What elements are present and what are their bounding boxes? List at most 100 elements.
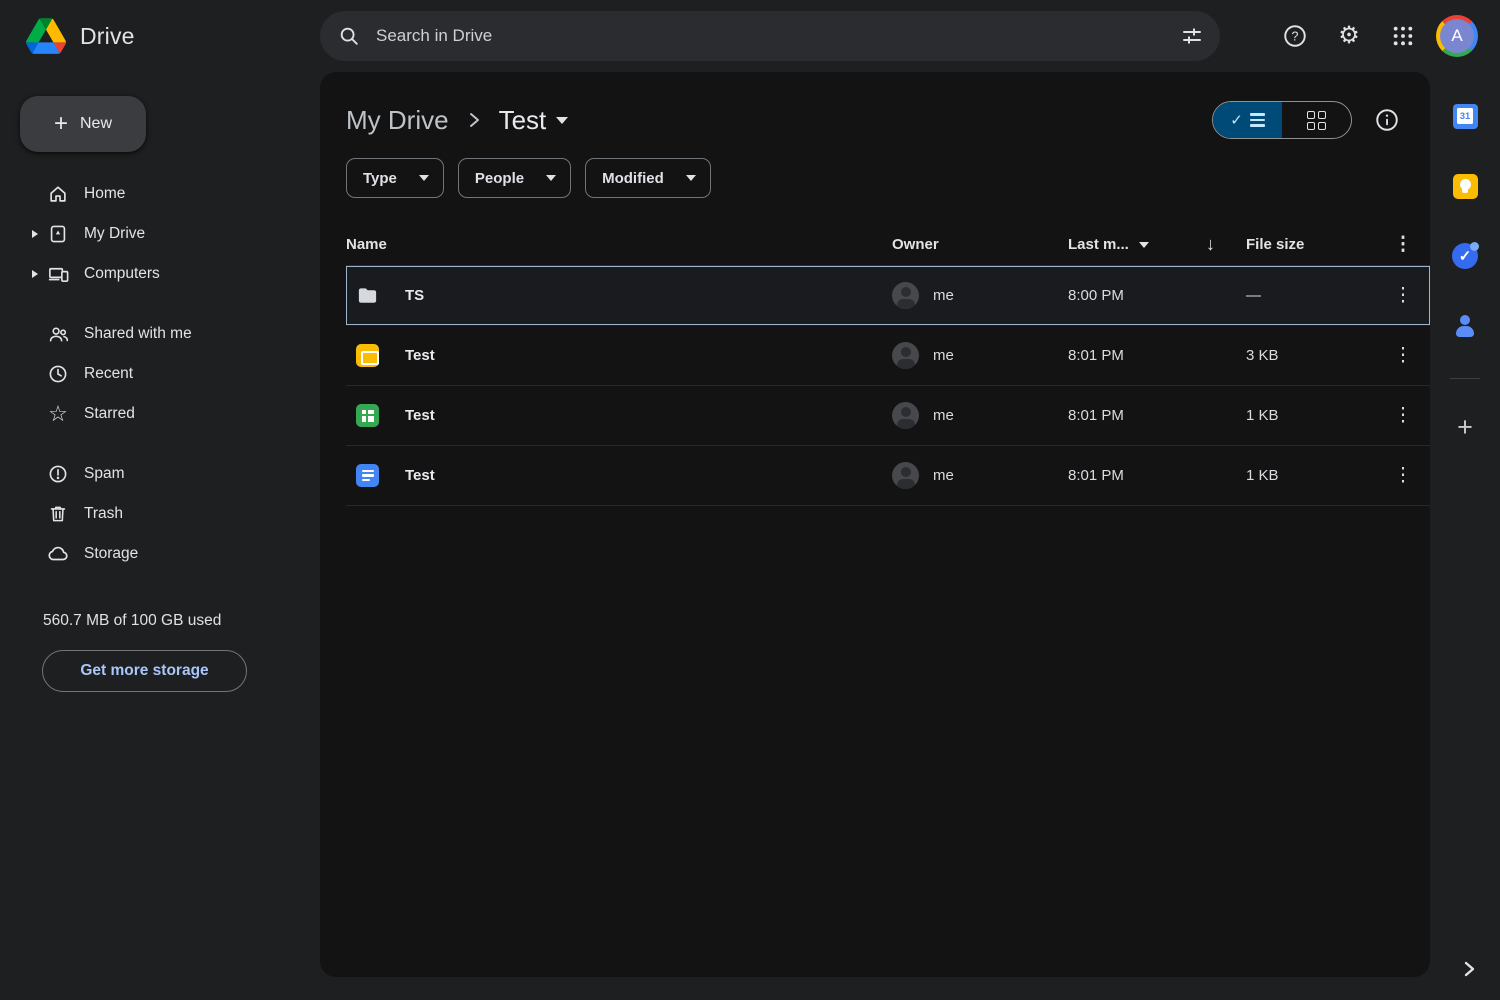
- search-bar[interactable]: [320, 11, 1220, 61]
- main-panel: My Drive Test ✓: [320, 72, 1430, 977]
- header-more-options-button[interactable]: ⋮: [1376, 235, 1430, 254]
- row-more-options-button[interactable]: ⋮: [1376, 406, 1430, 425]
- calendar-icon[interactable]: 31: [1443, 94, 1487, 138]
- row-more-options-button[interactable]: ⋮: [1376, 346, 1430, 365]
- sidebar: + New Home My Drive: [0, 72, 320, 1000]
- file-size: 3 KB: [1246, 347, 1376, 364]
- sidebar-item-spam[interactable]: Spam: [0, 454, 320, 494]
- filter-type-chip[interactable]: Type: [346, 158, 444, 198]
- star-icon: ☆: [46, 402, 70, 426]
- filter-people-chip[interactable]: People: [458, 158, 571, 198]
- filter-modified-chip[interactable]: Modified: [585, 158, 711, 198]
- grid-view-button[interactable]: [1282, 102, 1351, 138]
- sidebar-item-label: Starred: [84, 405, 135, 423]
- column-header-size[interactable]: File size: [1246, 236, 1376, 253]
- sidebar-item-computers[interactable]: Computers: [0, 254, 320, 294]
- sidebar-item-label: Home: [84, 185, 125, 203]
- file-size: —: [1246, 287, 1376, 304]
- view-toggle: ✓: [1212, 101, 1352, 139]
- my-drive-icon: [46, 222, 70, 246]
- svg-text:?: ?: [1292, 30, 1299, 44]
- folder-menu-caret-icon: [556, 117, 568, 124]
- breadcrumb-chevron-icon: [467, 111, 481, 129]
- new-button-label: New: [80, 115, 112, 133]
- vertical-dots-icon: ⋮: [1394, 346, 1413, 365]
- add-apps-button[interactable]: +: [1443, 405, 1487, 449]
- home-icon: [46, 182, 70, 206]
- sheets-file-icon: [356, 404, 379, 427]
- arrow-down-icon: ↓: [1206, 234, 1215, 255]
- sidebar-item-label: Recent: [84, 365, 133, 383]
- column-header-modified[interactable]: Last m...: [1068, 236, 1206, 253]
- file-row-folder-ts[interactable]: TS me 8:00 PM — ⋮: [346, 266, 1430, 326]
- chevron-down-icon: [419, 175, 429, 181]
- grid-view-icon: [1307, 111, 1326, 130]
- breadcrumb: My Drive Test ✓: [320, 72, 1430, 138]
- new-button[interactable]: + New: [20, 96, 146, 152]
- search-options-icon[interactable]: [1180, 24, 1204, 48]
- hide-side-panel-chevron[interactable]: [1462, 960, 1476, 978]
- row-more-options-button[interactable]: ⋮: [1376, 466, 1430, 485]
- breadcrumb-my-drive[interactable]: My Drive: [346, 105, 449, 136]
- owner-avatar: [892, 462, 919, 489]
- keep-icon[interactable]: [1443, 164, 1487, 208]
- drive-logo[interactable]: Drive: [0, 18, 294, 54]
- details-info-button[interactable]: [1370, 103, 1404, 137]
- sidebar-item-trash[interactable]: Trash: [0, 494, 320, 534]
- modified-time: 8:00 PM: [1068, 287, 1206, 304]
- settings-gear-icon[interactable]: ⚙: [1328, 15, 1370, 57]
- sidebar-item-starred[interactable]: ☆ Starred: [0, 394, 320, 434]
- column-header-name[interactable]: Name: [346, 236, 892, 253]
- drive-triangle-icon: [26, 18, 66, 54]
- help-button[interactable]: ?: [1274, 15, 1316, 57]
- plus-icon: +: [54, 112, 68, 136]
- spam-icon: [46, 462, 70, 486]
- avatar-letter: A: [1440, 19, 1474, 53]
- computers-icon: [46, 262, 70, 286]
- rail-divider: [1450, 378, 1480, 379]
- sidebar-item-my-drive[interactable]: My Drive: [0, 214, 320, 254]
- tasks-icon[interactable]: ✓: [1443, 234, 1487, 278]
- file-row-sheets-test[interactable]: Test me 8:01 PM 1 KB ⋮: [346, 386, 1430, 446]
- expand-caret-icon[interactable]: [32, 230, 38, 238]
- file-row-slides-test[interactable]: Test me 8:01 PM 3 KB ⋮: [346, 326, 1430, 386]
- file-name: Test: [405, 407, 435, 424]
- shared-with-me-icon: [46, 322, 70, 346]
- list-view-button[interactable]: ✓: [1213, 102, 1282, 138]
- account-avatar[interactable]: A: [1436, 15, 1478, 57]
- file-name: Test: [405, 347, 435, 364]
- row-more-options-button[interactable]: ⋮: [1376, 286, 1430, 305]
- breadcrumb-current-folder[interactable]: Test: [499, 105, 569, 136]
- chevron-down-icon: [546, 175, 556, 181]
- check-icon: ✓: [1230, 113, 1243, 128]
- apps-grid-icon[interactable]: [1382, 15, 1424, 57]
- contacts-icon[interactable]: [1443, 304, 1487, 348]
- vertical-dots-icon: ⋮: [1394, 406, 1413, 425]
- recent-clock-icon: [46, 362, 70, 386]
- file-size: 1 KB: [1246, 407, 1376, 424]
- sidebar-item-storage[interactable]: Storage: [0, 534, 320, 574]
- sidebar-item-home[interactable]: Home: [0, 174, 320, 214]
- slides-file-icon: [356, 344, 379, 367]
- list-view-icon: [1250, 113, 1265, 127]
- file-row-docs-test[interactable]: Test me 8:01 PM 1 KB ⋮: [346, 446, 1430, 506]
- side-panel-rail: 31 ✓ +: [1430, 72, 1500, 1000]
- sidebar-item-recent[interactable]: Recent: [0, 354, 320, 394]
- vertical-dots-icon: ⋮: [1394, 286, 1413, 305]
- get-more-storage-button[interactable]: Get more storage: [42, 650, 247, 692]
- chevron-down-icon: [686, 175, 696, 181]
- search-input[interactable]: [376, 26, 1180, 46]
- vertical-dots-icon: ⋮: [1394, 466, 1413, 485]
- expand-caret-icon[interactable]: [32, 270, 38, 278]
- storage-usage-text: 560.7 MB of 100 GB used: [43, 612, 320, 630]
- search-icon: [338, 25, 360, 47]
- column-header-owner[interactable]: Owner: [892, 236, 1068, 253]
- table-header-row: Name Owner Last m... ↓ File size ⋮: [346, 224, 1430, 266]
- sort-direction-button[interactable]: ↓: [1206, 234, 1246, 255]
- sidebar-item-shared-with-me[interactable]: Shared with me: [0, 314, 320, 354]
- cloud-icon: [46, 542, 70, 566]
- sidebar-item-label: Spam: [84, 465, 125, 483]
- file-table: Name Owner Last m... ↓ File size ⋮ TS: [320, 224, 1430, 506]
- owner-avatar: [892, 342, 919, 369]
- sidebar-nav: Home My Drive Computers: [0, 174, 320, 574]
